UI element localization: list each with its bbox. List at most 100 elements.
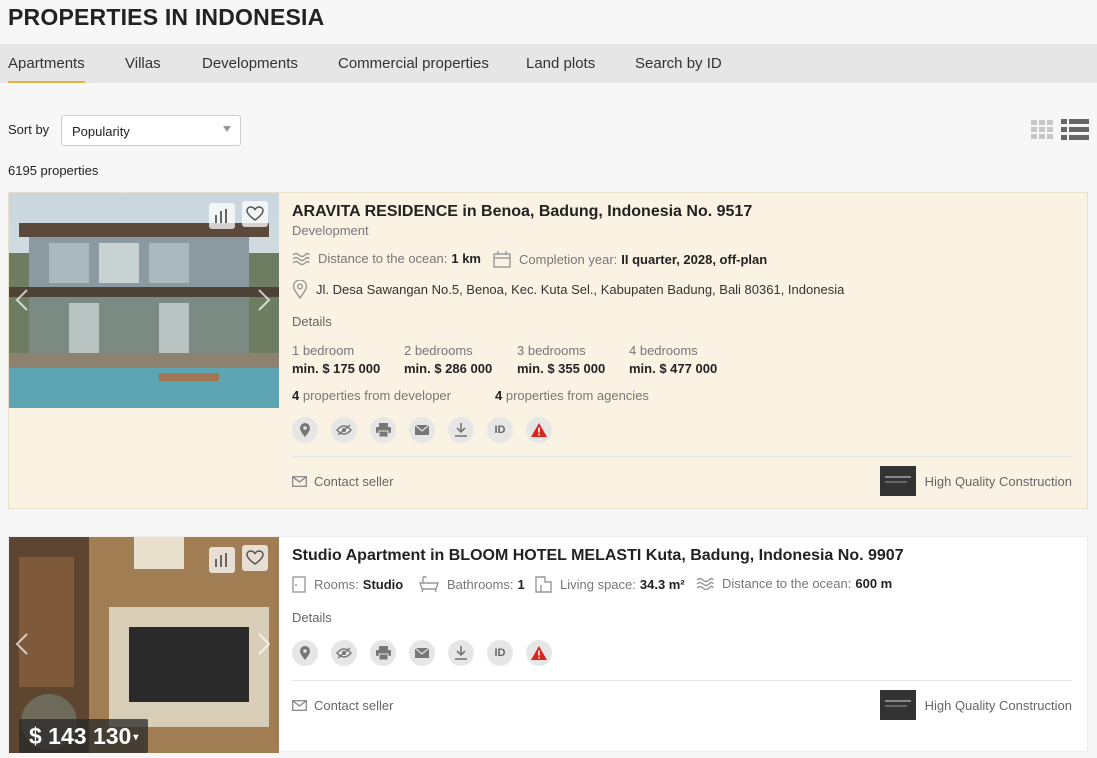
id-button[interactable]: ID	[487, 640, 513, 666]
bedroom-option[interactable]: 2 bedrooms min. $ 286 000	[404, 343, 492, 376]
chevron-down-icon: ▾	[133, 731, 139, 743]
bedroom-option[interactable]: 3 bedrooms min. $ 355 000	[517, 343, 605, 376]
tab-search-by-id[interactable]: Search by ID	[635, 55, 722, 83]
hide-button[interactable]	[331, 640, 357, 666]
download-button[interactable]	[448, 417, 474, 443]
listing-photo[interactable]	[9, 193, 279, 408]
heart-icon	[246, 550, 264, 565]
bedroom-price: min. $ 175 000	[292, 361, 381, 376]
email-button[interactable]	[409, 640, 435, 666]
listing-card: ARAVITA RESIDENCE in Benoa, Badung, Indo…	[8, 192, 1088, 509]
listing-card: $ 143 130 ▾ Studio Apartment in BLOOM HOT…	[8, 536, 1088, 753]
page-title: PROPERTIES IN INDONESIA	[8, 4, 325, 30]
download-icon	[455, 646, 467, 660]
bathtub-icon	[419, 576, 439, 592]
chevron-right-icon[interactable]	[257, 632, 271, 656]
ocean-distance: Distance to the ocean: 1 km	[292, 251, 481, 266]
compare-button[interactable]	[209, 547, 235, 573]
seller-name: High Quality Construction	[924, 697, 1072, 713]
sort-label: Sort by	[8, 122, 50, 137]
sort-value: Popularity	[72, 124, 130, 139]
compare-button[interactable]	[209, 203, 235, 229]
ocean-label: Distance to the ocean:	[722, 576, 852, 591]
agency-label: properties from agencies	[505, 388, 649, 403]
details-link[interactable]: Details	[292, 610, 332, 625]
warning-icon	[531, 646, 547, 660]
action-toolbar: ID	[292, 640, 552, 666]
ocean-value: 1 km	[451, 251, 481, 266]
download-icon	[455, 423, 467, 437]
list-view-icon[interactable]	[1061, 119, 1089, 141]
id-button[interactable]: ID	[487, 417, 513, 443]
envelope-icon	[415, 648, 429, 658]
results-count: 6195 properties	[8, 163, 99, 178]
details-link[interactable]: Details	[292, 314, 332, 329]
printer-icon	[375, 423, 391, 437]
agency-count: 4	[495, 388, 503, 403]
contact-seller-label: Contact seller	[314, 698, 394, 713]
rooms-value: Studio	[362, 577, 404, 592]
bathrooms: Bathrooms: 1	[419, 576, 525, 592]
print-button[interactable]	[370, 640, 396, 666]
heart-icon	[246, 206, 264, 221]
bedroom-option[interactable]: 1 bedroom min. $ 175 000	[292, 343, 380, 376]
eye-off-icon	[336, 424, 352, 436]
bedroom-label: 1 bedroom	[292, 343, 355, 358]
tab-villas[interactable]: Villas	[125, 55, 161, 83]
door-icon	[292, 576, 306, 593]
tab-developments[interactable]: Developments	[202, 55, 298, 83]
favorite-button[interactable]	[242, 201, 268, 227]
waves-icon	[292, 252, 310, 265]
divider	[292, 680, 1072, 681]
seller-link[interactable]: High Quality Construction	[879, 466, 1072, 496]
living-space-label: Living space:	[560, 577, 636, 592]
listing-title[interactable]: Studio Apartment in BLOOM HOTEL MELASTI …	[292, 547, 904, 565]
completion-year: Completion year: II quarter, 2028, off-p…	[493, 251, 767, 268]
print-button[interactable]	[370, 417, 396, 443]
download-button[interactable]	[448, 640, 474, 666]
tab-apartments[interactable]: Apartments	[8, 55, 85, 83]
contact-seller-button[interactable]: Contact seller	[292, 474, 393, 489]
map-pin-button[interactable]	[292, 640, 318, 666]
location-pin-icon	[300, 645, 310, 660]
bedroom-option[interactable]: 4 bedrooms min. $ 477 000	[629, 343, 717, 376]
tab-land-plots[interactable]: Land plots	[526, 55, 595, 83]
bedroom-price: min. $ 477 000	[629, 361, 718, 376]
tab-commercial-properties[interactable]: Commercial properties	[338, 55, 489, 83]
bathrooms-label: Bathrooms:	[447, 576, 514, 592]
eye-off-icon	[336, 647, 352, 659]
favorite-button[interactable]	[242, 545, 268, 571]
bedroom-price: min. $ 355 000	[517, 361, 606, 376]
waves-icon	[696, 577, 714, 590]
seller-link[interactable]: High Quality Construction	[879, 690, 1072, 720]
chevron-left-icon[interactable]	[15, 632, 29, 656]
bathrooms-value: 1	[517, 576, 525, 592]
chevron-left-icon[interactable]	[15, 288, 29, 312]
floorplan-icon	[535, 576, 552, 593]
developer-properties-link[interactable]: 4 properties from developer	[292, 388, 451, 403]
report-button[interactable]	[526, 640, 552, 666]
grid-view-icon[interactable]	[1031, 120, 1053, 140]
hide-button[interactable]	[331, 417, 357, 443]
map-pin-button[interactable]	[292, 417, 318, 443]
developer-count: 4	[292, 388, 300, 403]
email-button[interactable]	[409, 417, 435, 443]
sort-select[interactable]: Popularity	[61, 115, 241, 146]
location-pin-icon	[292, 280, 308, 299]
villa-photo	[9, 193, 279, 408]
report-button[interactable]	[526, 417, 552, 443]
developer-label: properties from developer	[302, 388, 451, 403]
envelope-icon	[292, 476, 307, 487]
contact-seller-button[interactable]: Contact seller	[292, 698, 393, 713]
printer-icon	[375, 646, 391, 660]
chevron-down-icon	[223, 126, 231, 132]
ocean-label: Distance to the ocean:	[318, 251, 448, 266]
address-text: Jl. Desa Sawangan No.5, Benoa, Kec. Kuta…	[316, 282, 845, 297]
listing-title[interactable]: ARAVITA RESIDENCE in Benoa, Badung, Indo…	[292, 203, 752, 221]
chevron-right-icon[interactable]	[257, 288, 271, 312]
warning-icon	[531, 423, 547, 437]
listing-photo[interactable]: $ 143 130 ▾	[9, 537, 279, 753]
agency-properties-link[interactable]: 4 properties from agencies	[495, 388, 649, 403]
price-badge: $ 143 130 ▾	[19, 719, 149, 753]
category-tabs: Apartments Villas Developments Commercia…	[0, 44, 1097, 83]
